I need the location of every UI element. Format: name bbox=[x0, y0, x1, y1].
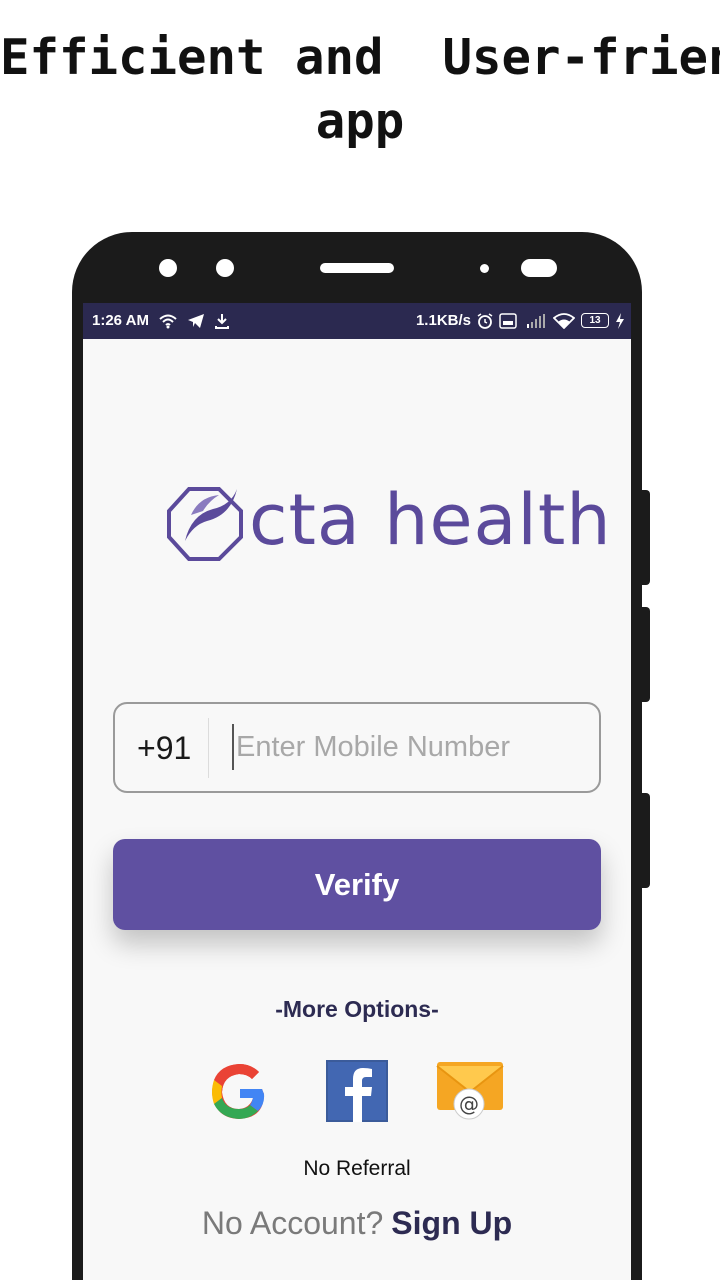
octagon-logo-icon bbox=[167, 487, 243, 561]
status-right: 1.1KB/s 13 bbox=[416, 312, 625, 329]
google-login-button[interactable] bbox=[204, 1056, 274, 1126]
proximity-sensor bbox=[480, 264, 489, 273]
headline-line-1: Efficient and User-friendly bbox=[0, 29, 720, 86]
signal-icon bbox=[523, 313, 547, 329]
charging-icon bbox=[615, 312, 625, 329]
telegram-icon bbox=[187, 313, 205, 329]
status-left: 1:26 AM bbox=[92, 312, 230, 329]
email-login-button[interactable]: @ bbox=[435, 1056, 505, 1126]
wifi-icon bbox=[553, 312, 575, 329]
facebook-icon bbox=[326, 1060, 388, 1122]
headline-line-2: app bbox=[315, 93, 405, 150]
volume-down-button bbox=[642, 607, 650, 702]
front-flash bbox=[521, 259, 557, 277]
country-code[interactable]: +91 bbox=[137, 728, 191, 768]
no-referral-link[interactable]: No Referral bbox=[83, 1157, 631, 1181]
octa-health-logo: cta health bbox=[161, 475, 611, 565]
front-camera-dot bbox=[159, 259, 177, 277]
signup-row: No Account? Sign Up bbox=[83, 1201, 631, 1245]
phone-frame: 1:26 AM 1.1KB/s 13 cta health +91 Enter … bbox=[72, 232, 642, 1280]
facebook-login-button[interactable] bbox=[322, 1056, 392, 1126]
promo-headline: Efficient and User-friendly app bbox=[0, 26, 720, 154]
mobile-number-field[interactable]: +91 bbox=[113, 702, 601, 793]
promo-page: Efficient and User-friendly app 1:26 AM bbox=[0, 0, 720, 1280]
download-icon bbox=[214, 313, 230, 329]
google-icon bbox=[212, 1064, 265, 1119]
wifi-hotspot-icon bbox=[158, 313, 178, 329]
status-bar: 1:26 AM 1.1KB/s 13 bbox=[83, 303, 631, 339]
power-button bbox=[642, 793, 650, 888]
verify-button[interactable]: Verify bbox=[113, 839, 601, 930]
app-screen: 1:26 AM 1.1KB/s 13 cta health +91 Enter … bbox=[83, 303, 631, 1280]
front-sensor-dot bbox=[216, 259, 234, 277]
status-time: 1:26 AM bbox=[92, 312, 149, 329]
battery-icon: 13 bbox=[581, 313, 609, 328]
no-account-text: No Account? bbox=[201, 1205, 384, 1241]
sign-up-link[interactable]: Sign Up bbox=[391, 1205, 512, 1241]
network-speed: 1.1KB/s bbox=[415, 312, 471, 329]
more-options-label: -More Options- bbox=[275, 996, 439, 1022]
volume-up-button bbox=[642, 490, 650, 585]
field-divider bbox=[208, 718, 209, 778]
logo-text: cta health bbox=[249, 479, 612, 561]
email-icon: @ bbox=[436, 1062, 504, 1120]
mobile-number-input[interactable] bbox=[232, 724, 586, 770]
volte-icon bbox=[499, 312, 517, 329]
alarm-icon bbox=[477, 312, 493, 329]
earpiece-speaker bbox=[320, 263, 394, 273]
svg-text:@: @ bbox=[459, 1092, 479, 1116]
